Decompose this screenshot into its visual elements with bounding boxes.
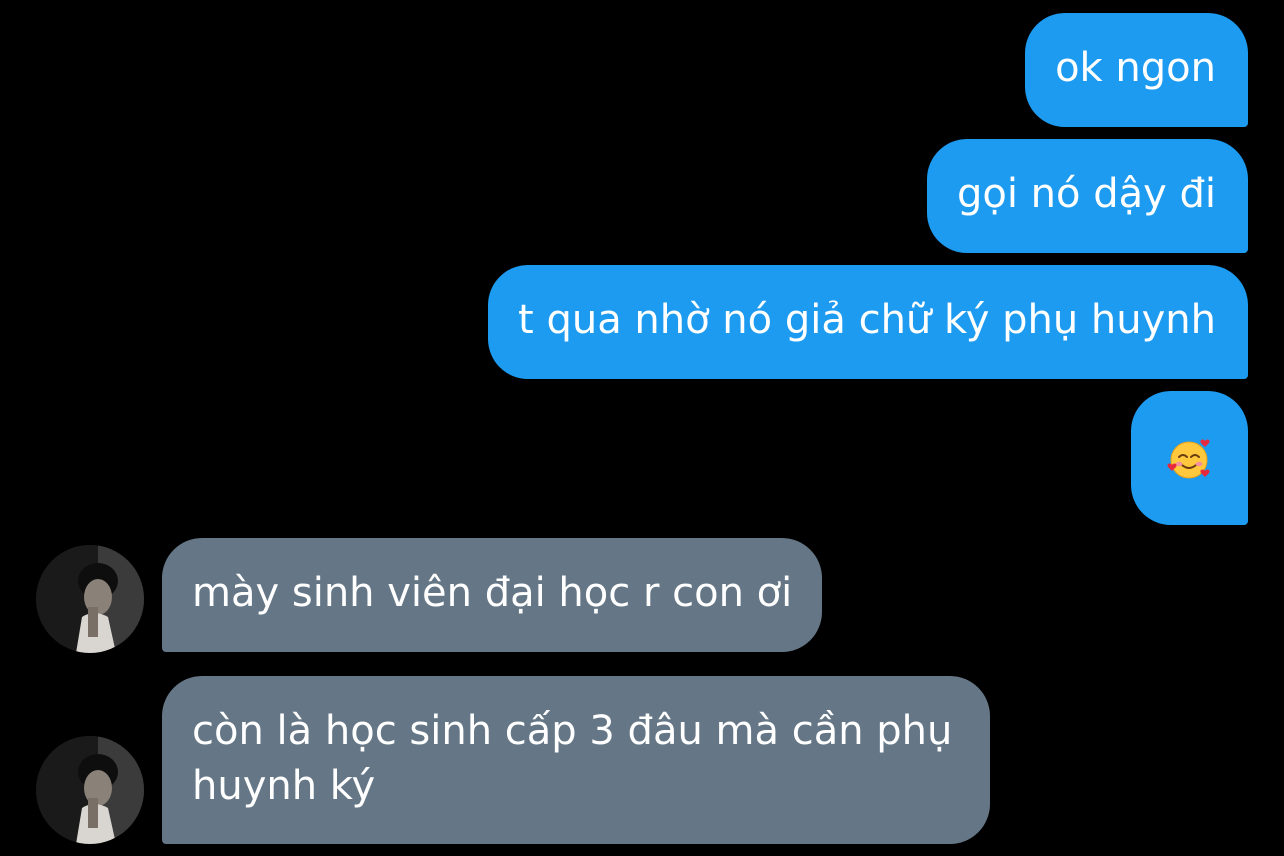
user-photo [36,545,144,653]
chat-thread: ok ngon gọi nó dậy đi t qua nhờ nó giả c… [0,0,1284,856]
sent-message[interactable]: gọi nó dậy đi [926,139,1248,253]
avatar[interactable] [36,545,144,653]
message-text: t qua nhờ nó giả chữ ký phụ huynh [518,297,1216,343]
received-message[interactable]: mày sinh viên đại học r con ơi [162,538,823,652]
message-text: mày sinh viên đại học r con ơi [192,570,793,616]
sent-emoji-message[interactable] [1131,391,1248,525]
user-photo [36,736,144,844]
avatar[interactable] [36,736,144,844]
smiling-face-with-hearts-icon [1166,439,1210,479]
sent-message[interactable]: t qua nhờ nó giả chữ ký phụ huynh [488,265,1248,379]
message-text: ok ngon [1055,45,1216,91]
received-message[interactable]: còn là học sinh cấp 3 đâu mà cần phụ huy… [162,676,990,844]
message-text: gọi nó dậy đi [956,171,1216,217]
sent-message[interactable]: ok ngon [1025,13,1248,127]
message-text: còn là học sinh cấp 3 đâu mà cần phụ huy… [192,708,953,809]
